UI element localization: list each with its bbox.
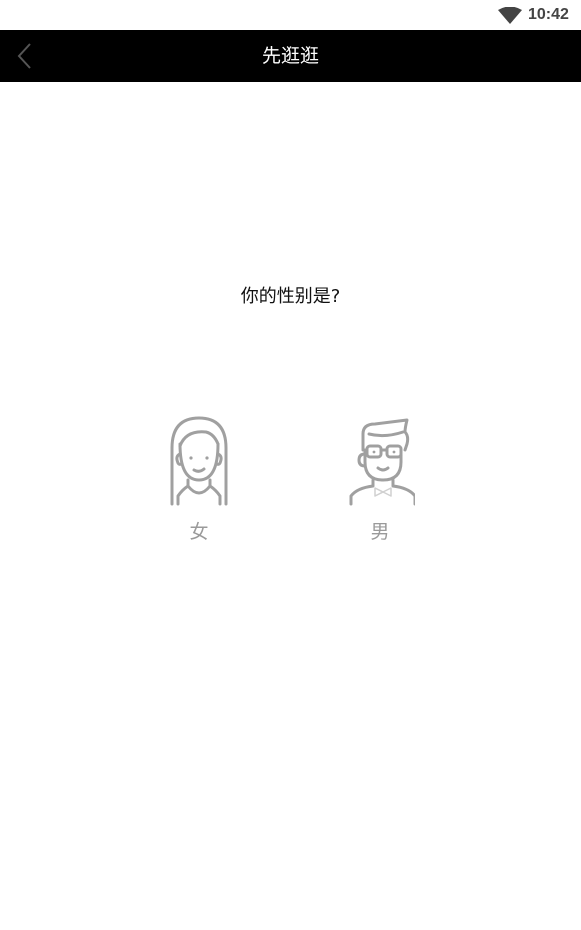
female-avatar-icon xyxy=(170,416,228,506)
male-avatar-icon xyxy=(349,418,415,506)
status-bar: 10:42 xyxy=(0,0,581,30)
wifi-icon xyxy=(498,7,522,24)
gender-question: 你的性别是? xyxy=(240,286,341,307)
title-bar: 先逛逛 xyxy=(0,30,581,82)
status-time: 10:42 xyxy=(528,6,569,23)
gender-label-female: 女 xyxy=(189,521,209,543)
gender-option-male[interactable]: 男 xyxy=(335,414,425,546)
gender-option-female[interactable]: 女 xyxy=(154,414,244,546)
page-title: 先逛逛 xyxy=(261,45,319,67)
gender-label-male: 男 xyxy=(370,521,390,543)
